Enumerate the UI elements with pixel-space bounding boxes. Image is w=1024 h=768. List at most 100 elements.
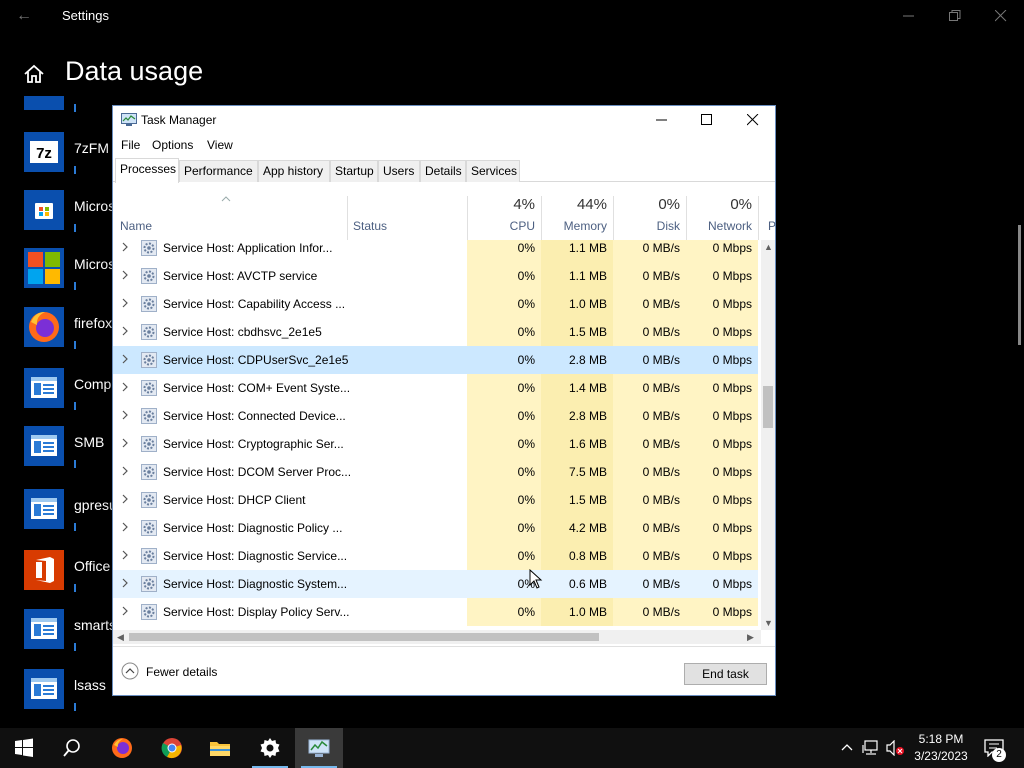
cpu-cell: 0% <box>467 514 541 542</box>
scroll-down-arrow-icon[interactable]: ▼ <box>764 618 773 628</box>
process-row[interactable]: Service Host: Display Policy Serv... 0% 1.… <box>113 598 761 626</box>
taskbar-file-explorer[interactable] <box>196 728 244 768</box>
settings-close-button[interactable] <box>978 0 1024 32</box>
end-task-button[interactable]: End task <box>684 663 767 685</box>
expand-chevron-icon[interactable] <box>121 270 129 280</box>
process-row[interactable]: Service Host: Diagnostic Policy ... 0% 4.2… <box>113 514 761 542</box>
process-list-vertical-scrollbar[interactable]: ▲ ▼ <box>761 240 775 630</box>
home-icon[interactable] <box>22 62 46 86</box>
column-header-power[interactable]: P <box>758 182 776 240</box>
process-row[interactable]: Service Host: DHCP Client 0% 1.5 MB 0 MB/s 0… <box>113 486 761 514</box>
expand-chevron-icon[interactable] <box>121 578 129 588</box>
menu-view[interactable]: View <box>207 138 233 152</box>
tab-startup[interactable]: Startup <box>330 160 378 182</box>
memory-cell: 0.8 MB <box>541 542 613 570</box>
taskbar-clock[interactable]: 5:18 PM 3/23/2023 <box>908 731 974 765</box>
disk-total: 0% <box>658 196 680 213</box>
process-name: Service Host: Diagnostic System... <box>163 577 348 591</box>
service-gear-icon <box>141 268 157 284</box>
scroll-right-arrow-icon[interactable]: ▶ <box>747 632 754 643</box>
network-cell: 0 Mbps <box>686 514 758 542</box>
svg-text:7z: 7z <box>36 145 52 162</box>
column-header-cpu[interactable]: 4% CPU <box>467 182 541 240</box>
process-row[interactable]: Service Host: AVCTP service 0% 1.1 MB 0 MB/… <box>113 262 761 290</box>
chevron-up-icon <box>841 744 853 751</box>
expand-chevron-icon[interactable] <box>121 438 129 448</box>
settings-scrollbar[interactable] <box>1018 225 1021 345</box>
taskbar-firefox[interactable] <box>98 728 146 768</box>
process-row[interactable]: Service Host: Connected Device... 0% 2.8 M… <box>113 402 761 430</box>
fewer-details-link[interactable]: Fewer details <box>146 665 217 679</box>
network-cell: 0 Mbps <box>686 346 758 374</box>
process-row[interactable]: Service Host: cbdhsvc_2e1e5 0% 1.5 MB 0 MB/… <box>113 318 761 346</box>
expand-chevron-icon[interactable] <box>121 326 129 336</box>
column-header-memory[interactable]: 44% Memory <box>541 182 613 240</box>
app-name: Micros <box>74 256 116 272</box>
back-arrow-icon[interactable]: ← <box>14 6 34 26</box>
expand-chevron-icon[interactable] <box>121 242 129 252</box>
tm-close-button[interactable] <box>730 106 776 134</box>
expand-chevron-icon[interactable] <box>121 382 129 392</box>
scroll-up-arrow-icon[interactable]: ▲ <box>764 242 773 252</box>
mouse-cursor-icon <box>529 569 543 589</box>
expand-chevron-icon[interactable] <box>121 410 129 420</box>
disk-cell: 0 MB/s <box>613 486 686 514</box>
process-row[interactable]: Service Host: Application Infor... 0% 1.1 … <box>113 240 761 262</box>
search-button[interactable] <box>48 728 96 768</box>
task-manager-titlebar[interactable]: Task Manager <box>113 106 775 134</box>
network-tray-button[interactable] <box>860 728 882 768</box>
tm-maximize-button[interactable] <box>684 106 730 134</box>
show-hidden-icons-button[interactable] <box>838 728 856 768</box>
settings-titlebar: ← Settings <box>0 0 1024 32</box>
process-row[interactable]: Service Host: Cryptographic Ser... 0% 1.6 … <box>113 430 761 458</box>
expand-chevron-icon[interactable] <box>121 354 129 364</box>
column-header-disk[interactable]: 0% Disk <box>613 182 686 240</box>
expand-chevron-icon[interactable] <box>121 606 129 616</box>
expand-chevron-icon[interactable] <box>121 298 129 308</box>
tab-performance[interactable]: Performance <box>179 160 258 182</box>
volume-tray-button[interactable] <box>884 728 906 768</box>
expand-chevron-icon[interactable] <box>121 494 129 504</box>
tab-processes[interactable]: Processes <box>115 158 179 183</box>
column-header-network[interactable]: 0% Network <box>686 182 758 240</box>
process-row[interactable]: Service Host: Diagnostic Service... 0% 0.8… <box>113 542 761 570</box>
network-cell: 0 Mbps <box>686 430 758 458</box>
restore-icon <box>949 10 961 21</box>
horizontal-scroll-thumb[interactable] <box>129 633 599 641</box>
tab-users[interactable]: Users <box>378 160 420 182</box>
cpu-total: 4% <box>513 196 535 213</box>
process-row[interactable]: Service Host: DCOM Server Proc... 0% 7.5 M… <box>113 458 761 486</box>
menu-options[interactable]: Options <box>152 138 193 152</box>
firefox-icon <box>24 307 64 347</box>
vertical-scroll-thumb[interactable] <box>763 386 773 428</box>
disk-cell: 0 MB/s <box>613 318 686 346</box>
disk-cell: 0 MB/s <box>613 514 686 542</box>
column-label-status: Status <box>353 219 388 233</box>
settings-minimize-button[interactable] <box>886 0 932 32</box>
taskbar-settings[interactable] <box>246 728 294 768</box>
settings-restore-button[interactable] <box>932 0 978 32</box>
scroll-left-arrow-icon[interactable]: ◀ <box>117 632 124 643</box>
taskbar-task-manager[interactable] <box>295 728 343 768</box>
expand-chevron-icon[interactable] <box>121 522 129 532</box>
memory-cell: 0.6 MB <box>541 570 613 598</box>
start-button[interactable] <box>0 728 48 768</box>
process-row[interactable]: Service Host: Diagnostic System... 0% 0.6 … <box>113 570 761 598</box>
process-list-horizontal-scrollbar[interactable]: ◀ ▶ <box>113 630 761 644</box>
process-row[interactable]: Service Host: Capability Access ... 0% 1.0… <box>113 290 761 318</box>
process-name: Service Host: COM+ Event Syste... <box>163 381 351 395</box>
expand-chevron-icon[interactable] <box>121 550 129 560</box>
tab-details[interactable]: Details <box>420 160 466 182</box>
chevron-up-circle-icon[interactable] <box>121 662 139 680</box>
column-header-name[interactable]: Name <box>113 182 347 240</box>
memory-cell: 7.5 MB <box>541 458 613 486</box>
menu-file[interactable]: File <box>121 138 140 152</box>
column-header-status[interactable]: Status <box>347 182 467 240</box>
tab-services[interactable]: Services <box>466 160 520 182</box>
process-row[interactable]: Service Host: CDPUserSvc_2e1e5 0% 2.8 MB 0 … <box>113 346 761 374</box>
process-row[interactable]: Service Host: COM+ Event Syste... 0% 1.4 M… <box>113 374 761 402</box>
tab-app-history[interactable]: App history <box>258 160 330 182</box>
expand-chevron-icon[interactable] <box>121 466 129 476</box>
taskbar-chrome[interactable] <box>148 728 196 768</box>
tm-minimize-button[interactable] <box>639 106 685 134</box>
